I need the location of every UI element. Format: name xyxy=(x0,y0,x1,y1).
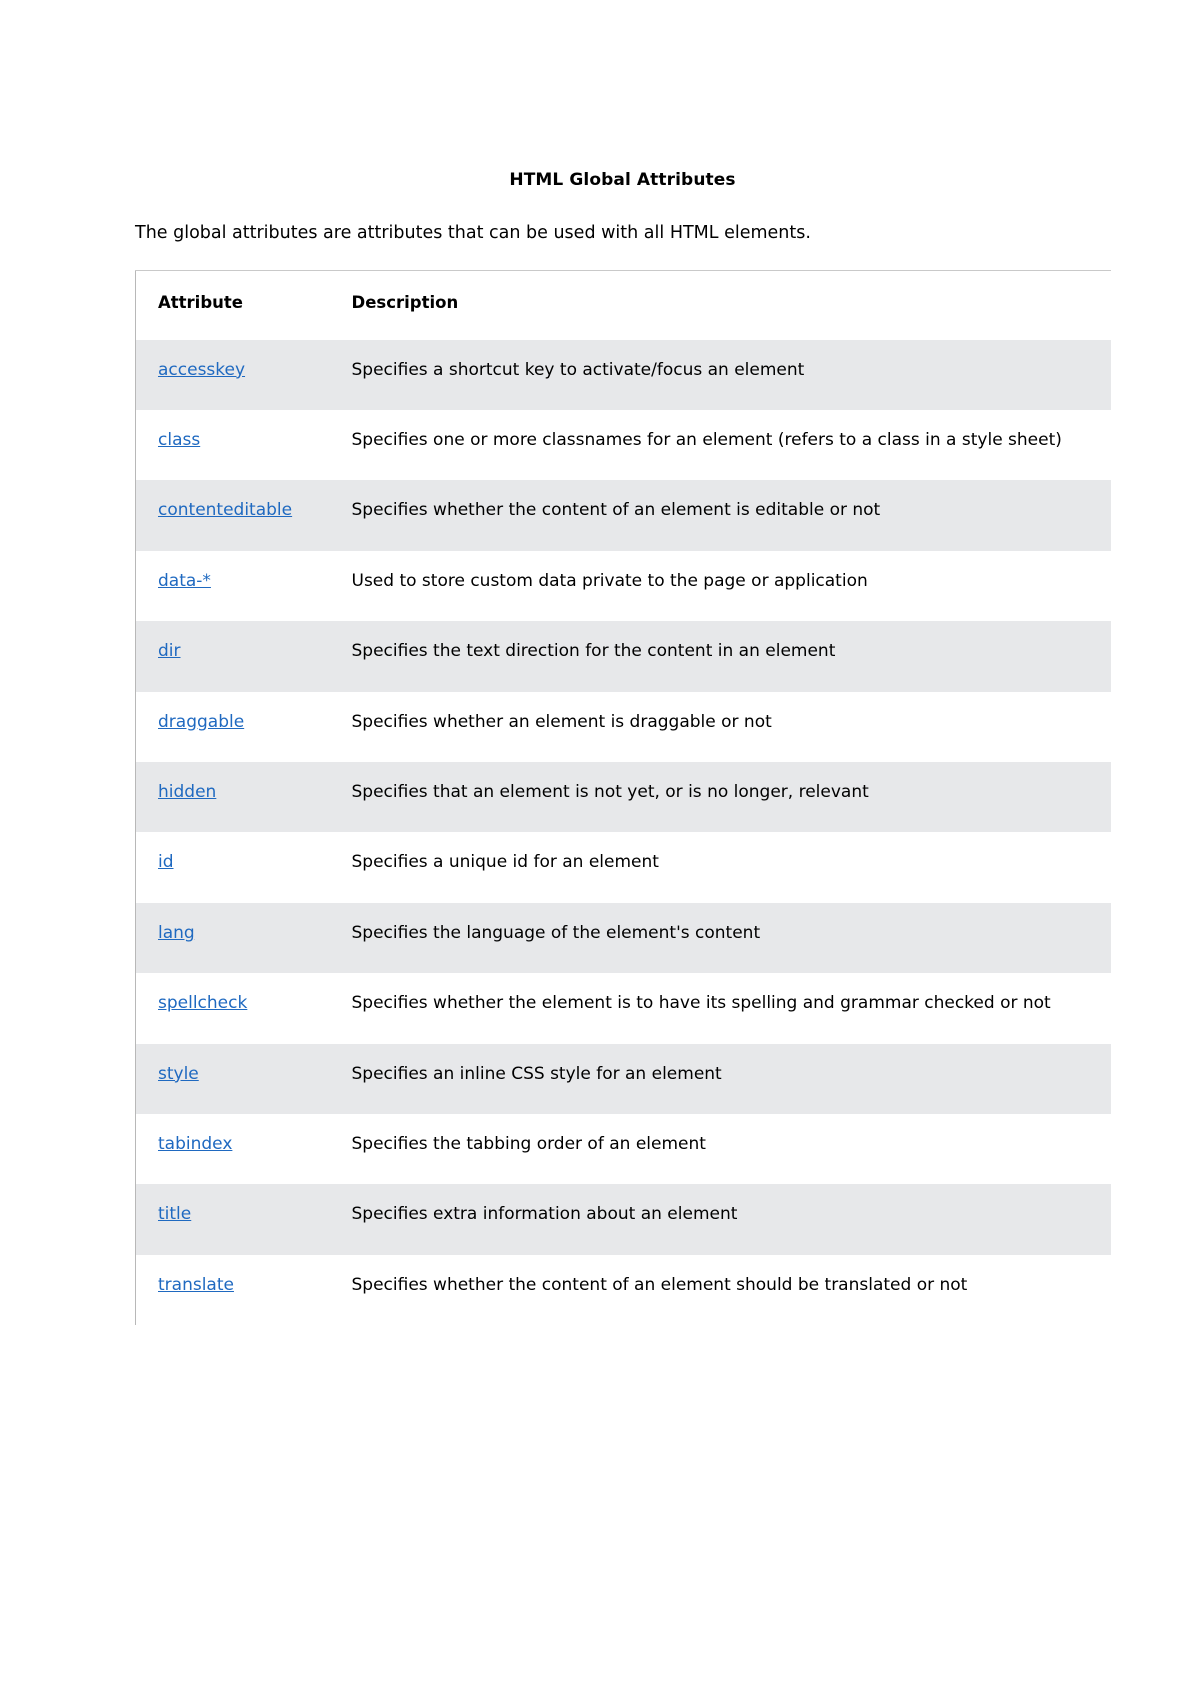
attribute-link-data[interactable]: data-* xyxy=(158,571,211,591)
table-row: lang Specifies the language of the elemen… xyxy=(135,902,1111,974)
attribute-cell: style xyxy=(135,1043,330,1114)
table-row: spellcheck Specifies whether the element … xyxy=(135,973,1111,1044)
page-title: HTML Global Attributes xyxy=(509,170,736,190)
description-cell: Specifies a shortcut key to activate/foc… xyxy=(329,339,1111,411)
table-row: contenteditable Specifies whether the con… xyxy=(135,480,1111,551)
attribute-link-accesskey[interactable]: accesskey xyxy=(158,360,245,380)
description-cell: Specifies an inline CSS style for an ele… xyxy=(329,1043,1111,1114)
attribute-cell: tabindex xyxy=(135,1113,330,1185)
attribute-cell: hidden xyxy=(135,761,330,833)
description-cell: Specifies the text direction for the con… xyxy=(329,621,1111,692)
column-header-description: Description xyxy=(329,270,1111,340)
table-row: id Specifies a unique id for an element xyxy=(135,832,1111,903)
table-row: accesskey Specifies a shortcut key to act… xyxy=(135,339,1111,411)
description-cell: Specifies the tabbing order of an elemen… xyxy=(329,1113,1111,1185)
attribute-link-dir[interactable]: dir xyxy=(158,641,181,661)
attribute-link-contenteditable[interactable]: contenteditable xyxy=(158,500,292,520)
attribute-link-tabindex[interactable]: tabindex xyxy=(158,1134,232,1154)
table-row: dir Specifies the text direction for the … xyxy=(135,621,1111,692)
attribute-link-class[interactable]: class xyxy=(158,430,200,450)
description-cell: Specifies whether the element is to have… xyxy=(329,973,1111,1044)
description-cell: Specifies a unique id for an element xyxy=(329,832,1111,903)
table-row: style Specifies an inline CSS style for a… xyxy=(135,1043,1111,1114)
table-row: class Specifies one or more classnames fo… xyxy=(135,410,1111,481)
global-attributes-table: Attribute Description accesskey Specifies… xyxy=(135,269,1111,1326)
table-row: hidden Specifies that an element is not y… xyxy=(135,761,1111,833)
table-header: Attribute Description xyxy=(135,270,1111,340)
attribute-link-spellcheck[interactable]: spellcheck xyxy=(158,993,247,1013)
attribute-cell: translate xyxy=(135,1254,330,1326)
table-row: tabindex Specifies the tabbing order of a… xyxy=(135,1113,1111,1185)
attribute-cell: draggable xyxy=(135,691,330,762)
document-page: HTML Global Attributes The global attrib… xyxy=(0,0,1200,1697)
description-cell: Specifies that an element is not yet, or… xyxy=(329,761,1111,833)
attribute-cell: title xyxy=(135,1184,330,1255)
attribute-link-id[interactable]: id xyxy=(158,852,174,872)
attribute-link-hidden[interactable]: hidden xyxy=(158,782,216,802)
table-row: title Specifies extra information about a… xyxy=(135,1184,1111,1255)
description-cell: Used to store custom data private to the… xyxy=(329,550,1111,622)
column-header-attribute: Attribute xyxy=(135,270,330,340)
attribute-link-lang[interactable]: lang xyxy=(158,923,195,943)
attribute-cell: spellcheck xyxy=(135,973,330,1044)
attribute-cell: class xyxy=(135,410,330,481)
description-cell: Specifies one or more classnames for an … xyxy=(329,410,1111,481)
description-cell: Specifies whether an element is draggabl… xyxy=(329,691,1111,762)
document-content: HTML Global Attributes The global attrib… xyxy=(135,170,1111,1326)
table-row: draggable Specifies whether an element is… xyxy=(135,691,1111,762)
attribute-link-style[interactable]: style xyxy=(158,1064,199,1084)
table-header-row: Attribute Description xyxy=(135,270,1111,340)
description-cell: Specifies extra information about an ele… xyxy=(329,1184,1111,1255)
intro-paragraph: The global attributes are attributes tha… xyxy=(135,223,811,243)
attribute-cell: contenteditable xyxy=(135,480,330,551)
attribute-link-draggable[interactable]: draggable xyxy=(158,712,244,732)
attribute-cell: lang xyxy=(135,902,330,974)
table-body: accesskey Specifies a shortcut key to act… xyxy=(135,339,1111,1326)
attribute-cell: dir xyxy=(135,621,330,692)
description-cell: Specifies the language of the element's … xyxy=(329,902,1111,974)
attribute-cell: data-* xyxy=(135,550,330,622)
table-row: translate Specifies whether the content o… xyxy=(135,1254,1111,1326)
description-cell: Specifies whether the content of an elem… xyxy=(329,480,1111,551)
table-row: data-* Used to store custom data private … xyxy=(135,550,1111,622)
attribute-link-translate[interactable]: translate xyxy=(158,1275,234,1295)
attribute-link-title[interactable]: title xyxy=(158,1204,191,1224)
description-cell: Specifies whether the content of an elem… xyxy=(329,1254,1111,1326)
attribute-cell: id xyxy=(135,832,330,903)
attribute-cell: accesskey xyxy=(135,339,330,411)
